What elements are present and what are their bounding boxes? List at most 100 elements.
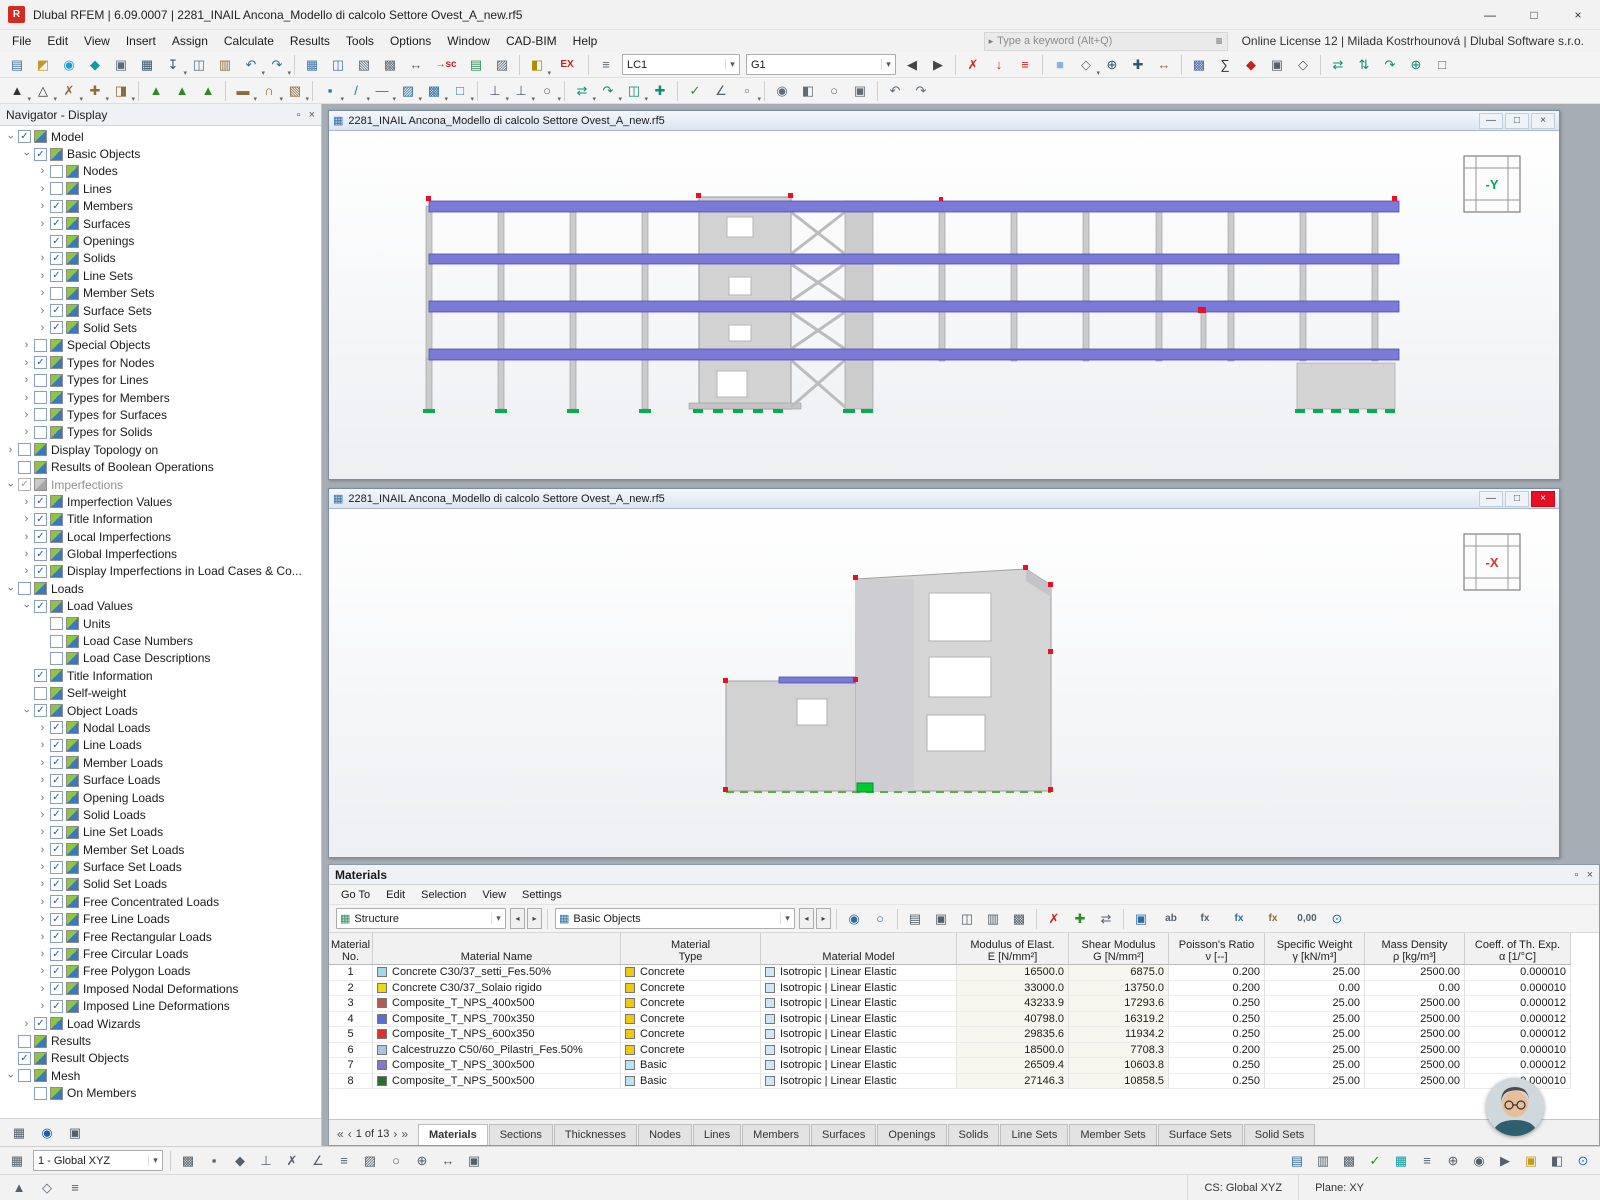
tab-line-sets[interactable]: Line Sets (1000, 1124, 1069, 1145)
expand-icon[interactable]: › (20, 339, 33, 351)
viewport-window-1[interactable]: ▦ 2281_INAIL Ancona_Modello di calcolo S… (328, 110, 1560, 480)
materials-menu-selection[interactable]: Selection (413, 888, 474, 902)
tree-checkbox[interactable]: ✓ (50, 791, 63, 805)
collapse-icon[interactable]: › (21, 148, 33, 161)
tree-item[interactable]: › Display Topology on (0, 441, 321, 458)
full-screen-icon[interactable]: □ (1430, 54, 1454, 76)
tree-checkbox[interactable]: ✓ (50, 825, 63, 839)
tree-checkbox[interactable]: ✓ (50, 982, 63, 996)
table-row[interactable]: 2 Concrete C30/37_Solaio rigido Concrete Is… (329, 980, 1599, 996)
split-view-icon[interactable]: ◫ (326, 54, 350, 76)
member-hinge-icon[interactable]: ○ ▾ (535, 80, 561, 103)
menu-window[interactable]: Window (439, 32, 498, 50)
tree-item[interactable]: › ✓ Imperfection Values (0, 493, 321, 510)
search-icon[interactable]: ≡ (1216, 34, 1223, 48)
view-direction-icon[interactable]: ◇ ▾ (1074, 54, 1100, 77)
expand-icon[interactable]: › (20, 357, 33, 369)
tree-item[interactable]: › ✓ Surface Set Loads (0, 858, 321, 875)
tree-item[interactable]: › ✓ Solid Loads (0, 806, 321, 823)
expand-icon[interactable]: › (36, 931, 49, 943)
table-row[interactable]: 7 Composite_T_NPS_300x500 Basic Isotropic |… (329, 1058, 1599, 1074)
tree-checkbox[interactable] (34, 373, 47, 387)
tree-checkbox[interactable]: ✓ (50, 843, 63, 857)
tree-item[interactable]: › Special Objects (0, 337, 321, 354)
expand-icon[interactable]: › (36, 1000, 49, 1012)
mirror-icon[interactable]: ◫ ▾ (622, 80, 648, 103)
tree-item[interactable]: › Types for Lines (0, 371, 321, 388)
close-button[interactable]: × (1556, 0, 1600, 30)
menu-edit[interactable]: Edit (39, 32, 76, 50)
snap-node-icon[interactable]: ▪ (202, 1150, 226, 1172)
select-arrow-icon[interactable]: ▲ ▾ (5, 80, 31, 103)
generate-model-icon[interactable]: ▲ (144, 80, 168, 102)
snap-center-icon[interactable]: ⊕ (410, 1150, 434, 1172)
expand-icon[interactable]: › (20, 374, 33, 386)
first-page-button[interactable]: « (337, 1127, 344, 1141)
objects-prev-button[interactable]: ◂ (799, 908, 814, 929)
tree-item[interactable]: Units (0, 615, 321, 632)
tree-item[interactable]: › ✓ Opening Loads (0, 789, 321, 806)
tree-item[interactable]: › ✓ Imperfections (0, 476, 321, 493)
chevron-down-icon[interactable]: ▾ (725, 59, 739, 70)
collapse-icon[interactable]: › (21, 600, 33, 613)
tree-item[interactable]: › ✓ Display Imperfections in Load Cases & … (0, 563, 321, 580)
viewport2-close-button[interactable]: × (1531, 490, 1555, 507)
float-panel-icon[interactable]: ▫ (297, 109, 301, 121)
table-search-icon[interactable]: ⊙ (1325, 908, 1349, 930)
tab-solids[interactable]: Solids (947, 1124, 1000, 1145)
generate-loads-icon[interactable]: ▲ (196, 80, 220, 102)
table-row[interactable]: 6 Calcestruzzo C50/60_Pilastri_Fes.50% Con… (329, 1042, 1599, 1058)
expand-icon[interactable]: › (20, 565, 33, 577)
snip-tool-icon[interactable]: ✗ ▾ (57, 80, 83, 103)
formula-edit-icon[interactable]: fx (1223, 908, 1255, 930)
jump-to-object-icon[interactable]: ⇄ (1094, 908, 1118, 930)
tree-checkbox[interactable]: ✓ (50, 251, 63, 265)
materials-menu-view[interactable]: View (474, 888, 514, 902)
tree-checkbox[interactable] (50, 182, 63, 196)
copy-icon[interactable]: ◫ (187, 54, 211, 76)
visibility-mode-icon[interactable]: ◉ (770, 80, 794, 102)
nodal-support-icon[interactable]: ⊥ ▾ (483, 80, 509, 103)
rotate-view-z-icon[interactable]: ↷ (1378, 54, 1402, 76)
viewport1-close-button[interactable]: × (1531, 112, 1555, 129)
tree-item[interactable]: › ✓ Imposed Nodal Deformations (0, 980, 321, 997)
pointer-mode-icon[interactable]: ▲ (7, 1177, 31, 1199)
snap-perpendicular-icon[interactable]: ⊥ (254, 1150, 278, 1172)
expand-icon[interactable]: › (20, 531, 33, 543)
tree-checkbox[interactable] (34, 686, 47, 700)
expand-icon[interactable]: › (20, 1018, 33, 1030)
tree-item[interactable]: › Mesh (0, 1067, 321, 1084)
clipping-planes-icon[interactable]: ◧ (796, 80, 820, 102)
viewport1-maximize-button[interactable]: □ (1505, 112, 1529, 129)
structure-prev-button[interactable]: ◂ (510, 908, 525, 929)
display-style-icon[interactable]: ◧ ▾ (525, 54, 551, 77)
new-opening-icon[interactable]: □ ▾ (448, 80, 474, 103)
tree-checkbox[interactable] (34, 1086, 47, 1100)
tree-checkbox[interactable]: ✓ (34, 495, 47, 509)
new-node-icon[interactable]: ▪ ▾ (318, 80, 344, 103)
panel-view-icon[interactable]: ▣ (1129, 908, 1153, 930)
undo-icon[interactable]: ↶ ▾ (239, 54, 265, 77)
tree-item[interactable]: › ✓ Load Values (0, 598, 321, 615)
tree-checkbox[interactable]: ✓ (34, 356, 47, 370)
collapse-icon[interactable]: › (5, 582, 17, 595)
tree-checkbox[interactable] (18, 582, 31, 596)
previous-load-case-icon[interactable]: ◀ (900, 54, 924, 76)
tree-checkbox[interactable]: ✓ (34, 512, 47, 526)
tree-checkbox[interactable]: ✓ (34, 669, 47, 683)
load-case-combo[interactable]: LC1 ▾ (622, 54, 740, 75)
expand-icon[interactable]: › (36, 983, 49, 995)
viewport-window-2[interactable]: ▦ 2281_INAIL Ancona_Modello di calcolo S… (328, 488, 1560, 858)
tab-surfaces[interactable]: Surfaces (811, 1124, 877, 1145)
tree-item[interactable]: › ✓ Line Set Loads (0, 824, 321, 841)
column-header[interactable]: Material Type (621, 933, 761, 965)
tree-checkbox[interactable]: ✓ (50, 895, 63, 909)
tree-checkbox[interactable] (18, 1034, 31, 1048)
tree-item[interactable]: ✓ Title Information (0, 667, 321, 684)
viewport2-maximize-button[interactable]: □ (1505, 490, 1529, 507)
navigation-cube[interactable]: -Y (1461, 153, 1523, 215)
modify-objects-icon[interactable]: ✚ ▾ (83, 80, 109, 103)
objects-next-button[interactable]: ▸ (816, 908, 831, 929)
menu-cad-bim[interactable]: CAD-BIM (498, 32, 565, 50)
tree-checkbox[interactable] (50, 617, 63, 631)
